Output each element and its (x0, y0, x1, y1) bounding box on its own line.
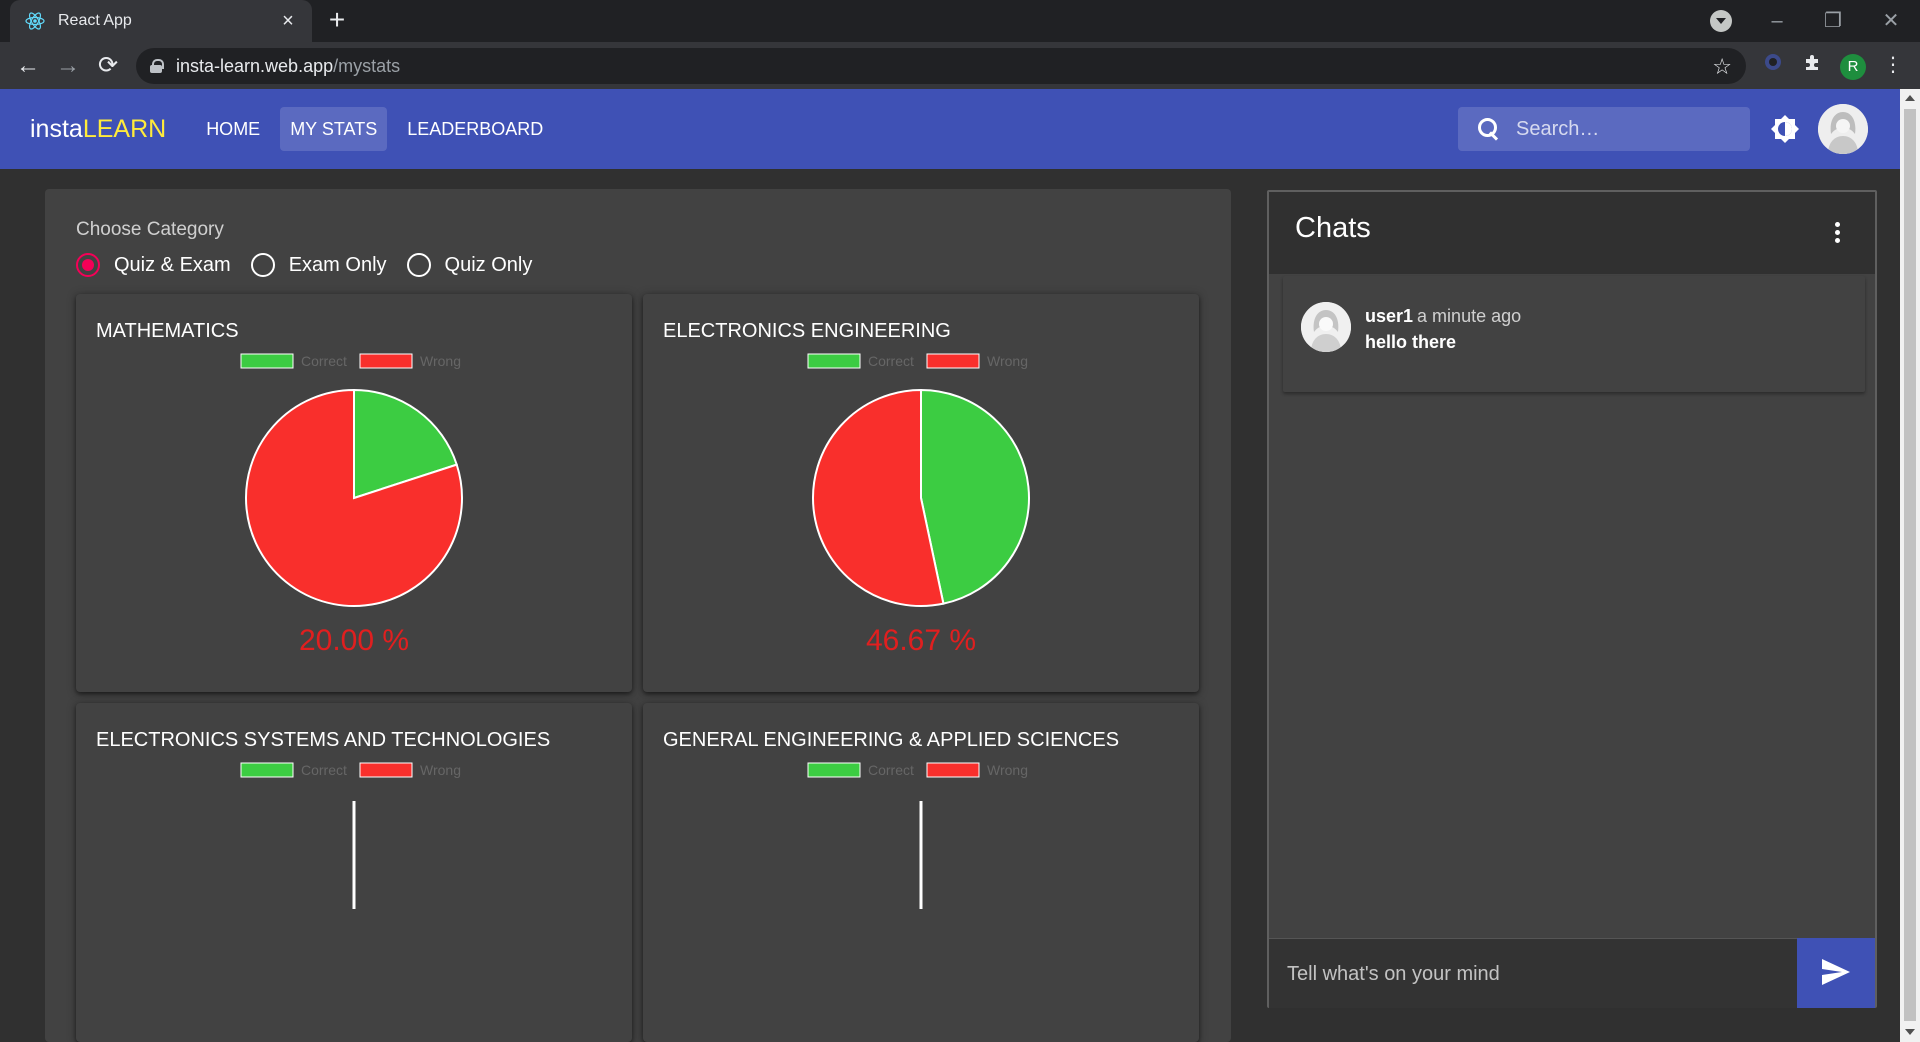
bookmark-star-icon[interactable]: ☆ (1712, 54, 1732, 80)
legend-label-wrong: Wrong (420, 762, 461, 778)
minimize-icon[interactable]: – (1762, 8, 1792, 34)
puzzle-icon[interactable] (1800, 52, 1826, 78)
more-vert-icon[interactable] (1835, 222, 1841, 246)
legend-label-wrong: Wrong (987, 353, 1028, 369)
pie-chart-svg: Correct Wrong (240, 762, 461, 909)
legend-swatch-correct (807, 762, 861, 778)
brand-logo[interactable]: instaLEARN (30, 115, 166, 144)
reload-icon[interactable]: ⟳ (94, 52, 122, 80)
legend-swatch-correct (807, 353, 861, 369)
user-avatar[interactable] (1818, 104, 1868, 154)
legend-swatch-wrong (359, 353, 413, 369)
browser-address-bar: ← → ⟳ insta-learn.web.app/mystats ☆ R ⋮ (0, 42, 1920, 89)
chat-header: Chats (1269, 192, 1875, 274)
search-icon (1478, 118, 1500, 140)
window-close-icon[interactable]: ✕ (1876, 8, 1906, 34)
url-bar[interactable]: insta-learn.web.app/mystats ☆ (136, 48, 1746, 84)
url-host: insta-learn.web.app (176, 55, 334, 76)
message-avatar (1301, 302, 1351, 352)
legend-label-correct: Correct (868, 353, 914, 369)
legend-label-correct: Correct (868, 762, 914, 778)
message-text: hello there (1365, 332, 1457, 352)
radio-quiz-only[interactable]: Quiz Only (406, 253, 532, 277)
stats-panel: Choose Category Quiz & Exam Exam Only Qu… (45, 189, 1231, 1042)
scroll-thumb[interactable] (1904, 109, 1916, 1021)
nav-my-stats[interactable]: MY STATS (280, 107, 388, 151)
legend-label-correct: Correct (301, 353, 347, 369)
message-time: a minute ago (1417, 306, 1522, 326)
tab-title: React App (58, 12, 132, 29)
chat-title: Chats (1295, 212, 1371, 244)
radio-unchecked-icon[interactable] (406, 253, 431, 277)
message-username: user1 a minute ago (1365, 306, 1522, 326)
pie-chart-svg: Correct Wrong (807, 762, 1028, 909)
legend-swatch-wrong (926, 353, 980, 369)
stats-card-electronics-engineering: ELECTRONICS ENGINEERING Correct Wrong 46.… (643, 294, 1199, 692)
close-icon[interactable]: × (278, 11, 298, 31)
radio-unchecked-icon[interactable] (250, 253, 275, 277)
chat-input-area (1269, 938, 1799, 1008)
category-radio-group: Quiz & Exam Exam Only Quiz Only (76, 253, 552, 277)
chat-input[interactable] (1287, 959, 1777, 989)
stats-card-mathematics: MATHEMATICS Correct Wrong 20.00 % (76, 294, 632, 692)
url-path: /mystats (333, 55, 401, 76)
restore-icon[interactable]: ❐ (1818, 8, 1848, 34)
nav-home[interactable]: HOME (196, 107, 270, 151)
stats-card-electronics-systems: ELECTRONICS SYSTEMS AND TECHNOLOGIES Cor… (76, 703, 632, 1042)
legend-swatch-wrong (359, 762, 413, 778)
category-label: Choose Category (76, 219, 224, 240)
brightness-icon[interactable] (1770, 114, 1800, 144)
stats-card-general-engineering: GENERAL ENGINEERING & APPLIED SCIENCES C… (643, 703, 1199, 1042)
legend-label-wrong: Wrong (420, 353, 461, 369)
search-box[interactable] (1458, 107, 1750, 151)
card-percentage: 20.00 % (298, 624, 410, 657)
new-tab-icon[interactable]: + (324, 6, 350, 34)
browser-tab-bar: React App × + – ❐ ✕ (0, 0, 1920, 42)
legend-label-wrong: Wrong (987, 762, 1028, 778)
send-icon (1822, 958, 1850, 985)
browser-profile-avatar[interactable]: R (1840, 54, 1866, 80)
extension-icon[interactable] (1760, 52, 1786, 78)
nav-leaderboard[interactable]: LEADERBOARD (397, 107, 553, 151)
radio-exam-only[interactable]: Exam Only (250, 253, 387, 277)
legend-label-correct: Correct (301, 762, 347, 778)
forward-icon[interactable]: → (54, 52, 82, 80)
kebab-menu-icon[interactable]: ⋮ (1880, 52, 1906, 78)
radio-checked-icon[interactable] (76, 253, 100, 277)
radio-quiz-and-exam[interactable]: Quiz & Exam (76, 253, 231, 277)
lock-icon (150, 59, 164, 73)
chat-panel: Chats user1 a minute ago hello there (1267, 190, 1877, 1008)
back-icon[interactable]: ← (14, 52, 42, 80)
legend-swatch-correct (240, 762, 294, 778)
browser-tab[interactable]: React App × (10, 0, 312, 42)
legend-swatch-correct (240, 353, 294, 369)
app-bar: instaLEARN HOME MY STATS LEADERBOARD (0, 89, 1900, 169)
chat-message: user1 a minute ago hello there (1283, 276, 1865, 392)
react-icon (24, 10, 46, 32)
tab-search-icon[interactable] (1710, 10, 1732, 32)
card-percentage: 46.67 % (865, 624, 977, 657)
scroll-down-icon[interactable] (1905, 1029, 1915, 1035)
send-button[interactable] (1797, 938, 1875, 1008)
scroll-up-icon[interactable] (1905, 95, 1915, 101)
search-input[interactable] (1516, 117, 1736, 141)
page-scrollbar[interactable] (1900, 89, 1920, 1042)
legend-swatch-wrong (926, 762, 980, 778)
